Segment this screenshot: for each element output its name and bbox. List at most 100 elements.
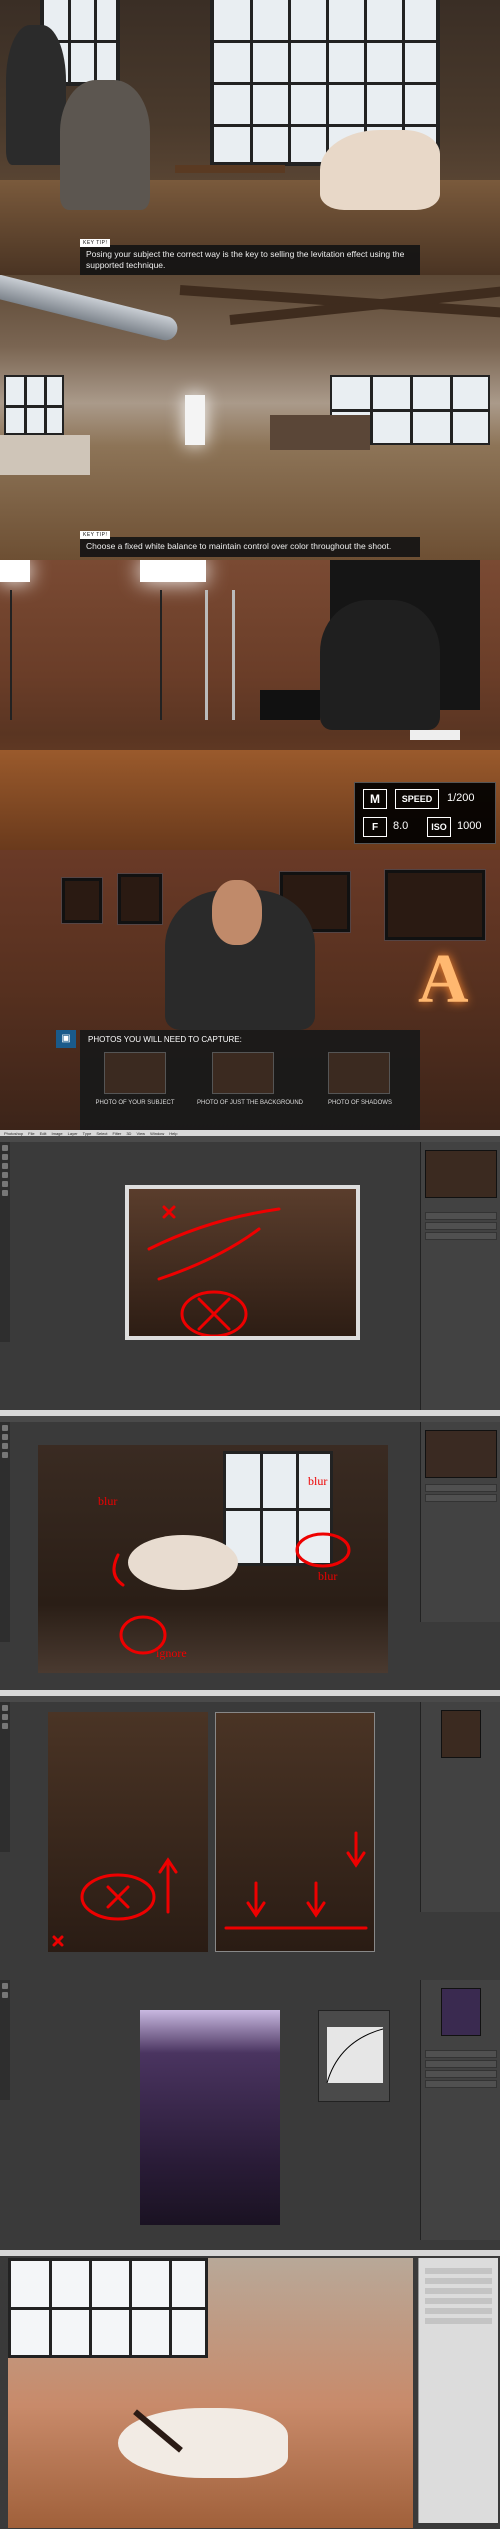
panel-row[interactable]	[425, 2288, 492, 2294]
menu-item[interactable]: View	[136, 1131, 145, 1136]
document-canvas-left[interactable]	[48, 1712, 208, 1952]
levitating-model-figure	[320, 130, 440, 210]
aperture-value: 8.0	[393, 820, 409, 832]
layer-row[interactable]	[425, 2060, 497, 2068]
bench	[175, 165, 285, 173]
move-tool-icon[interactable]	[2, 1425, 8, 1431]
layer-row[interactable]	[425, 2070, 497, 2078]
brush-tool-icon[interactable]	[2, 1992, 8, 1998]
panel-row[interactable]	[425, 2308, 492, 2314]
move-tool-icon[interactable]	[2, 1145, 8, 1151]
zoom-tool-icon[interactable]	[2, 1452, 8, 1458]
layer-row[interactable]	[425, 1222, 497, 1230]
lasso-tool-icon[interactable]	[2, 1163, 8, 1169]
capture-panel: ▣ PHOTOS YOU WILL NEED TO CAPTURE: PHOTO…	[56, 1030, 420, 1130]
iso-value: 1000	[457, 820, 482, 832]
panel-row[interactable]	[425, 2268, 492, 2274]
menu-item[interactable]: Image	[52, 1131, 63, 1136]
menu-item[interactable]: Window	[150, 1131, 164, 1136]
air-duct	[0, 275, 180, 343]
menu-item[interactable]: Layer	[68, 1131, 78, 1136]
menu-item[interactable]: File	[28, 1131, 34, 1136]
layer-row[interactable]	[425, 1212, 497, 1220]
eraser-tool-icon[interactable]	[2, 1181, 8, 1187]
panel-row[interactable]	[425, 2318, 492, 2324]
panel-row[interactable]	[425, 2278, 492, 2284]
key-tip-caption: KEY TIP! Choose a fixed white balance to…	[80, 531, 420, 557]
navigator-thumbnail	[441, 1988, 481, 2036]
ps-menubar	[0, 2250, 500, 2256]
annotation-label: ignore	[156, 1646, 187, 1660]
move-tool-icon[interactable]	[2, 1705, 8, 1711]
ladder	[205, 590, 235, 720]
eraser-tool-icon[interactable]	[2, 1723, 8, 1729]
frame-loft-overview: KEY TIP! Choose a fixed white balance to…	[0, 275, 500, 560]
marquee-tool-icon[interactable]	[2, 1154, 8, 1160]
red-annotation-layer	[52, 1857, 178, 1947]
key-tip-text: Choose a fixed white balance to maintain…	[86, 541, 392, 551]
curves-panel[interactable]	[318, 2010, 390, 2102]
layer-row[interactable]	[425, 1232, 497, 1240]
layer-row[interactable]	[425, 2080, 497, 2088]
move-tool-icon[interactable]	[2, 1983, 8, 1989]
camera-tripod	[260, 690, 320, 720]
menu-item[interactable]: Type	[83, 1131, 92, 1136]
speed-value: 1/200	[447, 792, 475, 804]
menu-item[interactable]: Select	[96, 1131, 107, 1136]
menu-item[interactable]: Help	[169, 1131, 177, 1136]
layer-row[interactable]	[425, 1484, 497, 1492]
capture-item-label: PHOTO OF YOUR SUBJECT	[95, 1100, 175, 1106]
panel-row[interactable]	[425, 2298, 492, 2304]
frame-photoshop-annotate-1: Photoshop File Edit Image Layer Type Sel…	[0, 1130, 500, 1410]
brush-tool-icon[interactable]	[2, 1172, 8, 1178]
document-canvas[interactable]	[140, 2010, 280, 2225]
frame-photoshop-annotate-2: blur blur blur ignore	[0, 1410, 500, 1690]
ps-layers-panel	[420, 1702, 500, 1912]
capture-panel-title: PHOTOS YOU WILL NEED TO CAPTURE:	[88, 1035, 242, 1044]
ps-toolbar	[0, 1702, 10, 1852]
light-stand	[160, 590, 162, 720]
frame-levitation-pose: KEY TIP! Posing your subject the correct…	[0, 0, 500, 275]
ps-toolbar	[0, 1422, 10, 1642]
brush-tool-icon[interactable]	[2, 1714, 8, 1720]
document-canvas[interactable]	[125, 1185, 360, 1340]
softbox	[185, 395, 205, 445]
document-canvas[interactable]	[8, 2258, 413, 2528]
mode-badge: M	[363, 789, 387, 809]
ps-layers-panel	[420, 1142, 500, 1410]
menu-item[interactable]: Filter	[112, 1131, 121, 1136]
light-bulb	[140, 560, 206, 582]
light-bulb	[0, 560, 30, 582]
speed-label: SPEED	[395, 789, 439, 809]
navigator-thumbnail	[425, 1150, 497, 1198]
curves-graph[interactable]	[319, 2011, 391, 2103]
menu-item[interactable]: Edit	[40, 1131, 47, 1136]
framed-photo	[118, 874, 162, 924]
key-tip-tag: KEY TIP!	[80, 239, 111, 247]
document-canvas[interactable]: blur blur blur ignore	[38, 1445, 388, 1673]
capture-item-label: PHOTO OF JUST THE BACKGROUND	[196, 1100, 303, 1106]
annotation-label: blur	[318, 1569, 337, 1583]
brush-tool-icon[interactable]	[2, 1434, 8, 1440]
menu-item[interactable]: Photoshop	[4, 1131, 23, 1136]
camera-icon: ▣	[56, 1030, 76, 1048]
ps-toolbar	[0, 1980, 10, 2100]
frame-presenter: A ▣ PHOTOS YOU WILL NEED TO CAPTURE: PHO…	[0, 850, 500, 1130]
menu-item[interactable]: 3D	[126, 1131, 131, 1136]
layer-row[interactable]	[425, 1494, 497, 1502]
marquee-letter: A	[418, 941, 469, 1018]
key-tip-tag: KEY TIP!	[80, 531, 111, 539]
assistant-figure	[6, 25, 66, 165]
sofa	[0, 435, 90, 475]
ps-toolbar	[0, 1142, 10, 1342]
eraser-tool-icon[interactable]	[2, 1443, 8, 1449]
zoom-tool-icon[interactable]	[2, 1190, 8, 1196]
light-stand	[10, 590, 12, 720]
backdrop-stage	[270, 415, 370, 450]
frame-photoshop-compare	[0, 1690, 500, 1970]
photographer-figure	[60, 80, 150, 210]
layer-row[interactable]	[425, 2050, 497, 2058]
stool	[410, 730, 460, 740]
frame-photoshop-final	[0, 2250, 500, 2529]
document-canvas-right[interactable]	[215, 1712, 375, 1952]
